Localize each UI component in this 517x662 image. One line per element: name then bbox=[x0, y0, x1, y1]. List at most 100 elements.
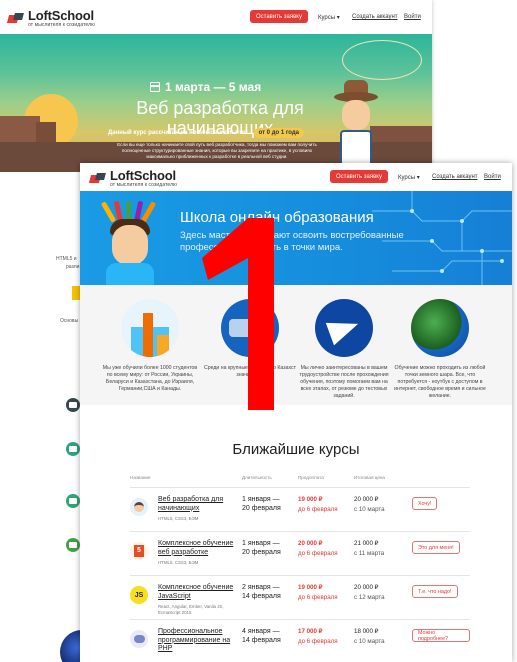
back-side-text: Основы р bbox=[60, 318, 83, 324]
course-name-link[interactable]: Веб разработка для начинающих bbox=[158, 496, 236, 513]
course-duration: 2 января —14 февраля bbox=[242, 584, 281, 601]
course-dates: 1 марта — 5 мая bbox=[150, 80, 290, 94]
overlay-number-one bbox=[202, 218, 274, 410]
course-total-from: с 12 марта bbox=[354, 594, 385, 601]
course-signup-button[interactable]: Т.е. что надо! bbox=[412, 585, 458, 598]
cta-button[interactable]: Оставить заявку bbox=[330, 170, 388, 183]
back-side-text: HTML5 и bbox=[56, 256, 77, 262]
course-tags: React, Angular, Ember, Vanila JS, EcmaSc… bbox=[158, 604, 224, 615]
nav-create-account[interactable]: Создать аккаунт bbox=[432, 174, 478, 180]
course-row: Веб разработка для начинающих HTML5, CSS… bbox=[130, 487, 470, 531]
logo-tagline: от мыслителя к созидателю bbox=[110, 182, 178, 188]
courses-table-header: Название Длительность Предоплата Итогова… bbox=[130, 475, 470, 485]
course-prepay: 19 000 ₽ bbox=[298, 584, 323, 591]
course-signup-button[interactable]: Можно подробнее? bbox=[412, 629, 470, 642]
course-tags: HTML5, CSS3, БЭМ bbox=[158, 560, 199, 565]
feature-text: Мы уже обучили более 1000 студентов по в… bbox=[102, 365, 198, 392]
course-prepay: 19 000 ₽ bbox=[298, 496, 323, 503]
nav-courses[interactable]: Курсы ▾ bbox=[318, 14, 340, 21]
course-row: JS Комплексное обучение JavaScript React… bbox=[130, 575, 470, 619]
offer-badge: от 0 до 1 года bbox=[253, 128, 304, 138]
offer-line: Данный курс рассчитан на новичков с опыт… bbox=[108, 128, 328, 138]
nav-courses-label: Курсы bbox=[318, 15, 336, 21]
course-name-link[interactable]: Профессиональное программирование на PHP bbox=[158, 628, 236, 654]
logo-name: LoftSchool bbox=[28, 8, 94, 23]
logo-icon bbox=[8, 13, 24, 25]
column-prepay: Предоплата bbox=[298, 475, 324, 480]
course-prepay-until: до 6 февраля bbox=[298, 506, 338, 513]
feature-icon bbox=[66, 442, 80, 456]
feature-text: Мы лично заинтересованы в вашем трудоуст… bbox=[299, 365, 389, 399]
student-illustration bbox=[98, 200, 162, 285]
column-name: Название bbox=[130, 475, 151, 480]
course-prepay: 17 000 ₽ bbox=[298, 628, 323, 635]
course-row: 5 Комплексное обучение веб разработке HT… bbox=[130, 531, 470, 575]
course-dates-text: 1 марта — 5 мая bbox=[165, 80, 262, 94]
feature-item: Мы лично заинтересованы в вашем трудоуст… bbox=[296, 299, 392, 400]
column-duration: Длительность bbox=[242, 475, 272, 480]
nav-courses-label: Курсы bbox=[398, 175, 416, 181]
course-total: 21 000 ₽ bbox=[354, 540, 379, 547]
back-navbar: LoftSchool от мыслителя к созидателю Ост… bbox=[0, 0, 432, 34]
course-total: 20 000 ₽ bbox=[354, 584, 379, 591]
feature-text: Обучение можно проходить из любой точки … bbox=[394, 365, 486, 399]
course-prepay-until: до 6 февраля bbox=[298, 638, 338, 645]
logo-name: LoftSchool bbox=[110, 168, 176, 183]
duration-end: 14 февраля bbox=[242, 636, 281, 644]
offer-text: Данный курс рассчитан на новичков с опыт… bbox=[108, 130, 248, 136]
duration-start: 1 января — bbox=[242, 496, 280, 503]
feature-icon bbox=[66, 538, 80, 552]
html5-icon-label: 5 bbox=[134, 545, 144, 557]
logo-tagline: от мыслителя к созидателю bbox=[28, 22, 96, 28]
world-landmarks-icon bbox=[121, 299, 179, 357]
course-prepay-until: до 6 февраля bbox=[298, 594, 338, 601]
duration-start: 2 января — bbox=[242, 584, 280, 591]
course-signup-button[interactable]: Хочу! bbox=[412, 497, 438, 510]
cta-button[interactable]: Оставить заявку bbox=[250, 10, 308, 23]
course-total-from: с 11 марта bbox=[354, 550, 385, 557]
course-duration: 1 января —20 февраля bbox=[242, 496, 281, 513]
duration-end: 20 февраля bbox=[242, 548, 281, 556]
feature-icon bbox=[66, 494, 80, 508]
front-logo[interactable]: LoftSchool от мыслителя к созидателю bbox=[90, 169, 177, 188]
course-name-link[interactable]: Комплексное обучение JavaScript bbox=[158, 584, 236, 601]
back-hero-description: Если вы еще только начинаете свой путь в… bbox=[117, 142, 317, 159]
course-total: 20 000 ₽ bbox=[354, 496, 379, 503]
duration-start: 1 января — bbox=[242, 540, 280, 547]
composite-screenshot: LoftSchool от мыслителя к созидателю Ост… bbox=[0, 0, 517, 662]
calendar-icon bbox=[150, 82, 160, 92]
duration-end: 14 февраля bbox=[242, 592, 281, 600]
course-duration: 4 января —14 февраля bbox=[242, 628, 281, 645]
html5-icon: 5 bbox=[130, 542, 148, 560]
course-total-from: с 10 марта bbox=[354, 506, 385, 513]
back-side-text: разли bbox=[66, 264, 80, 270]
feature-icon bbox=[66, 398, 80, 412]
duration-end: 20 февраля bbox=[242, 504, 281, 512]
course-signup-button[interactable]: Это для меня! bbox=[412, 541, 460, 554]
nav-login[interactable]: Войти bbox=[404, 14, 421, 20]
paper-plane-icon bbox=[315, 299, 373, 357]
logo-icon bbox=[90, 173, 106, 185]
nav-create-account[interactable]: Создать аккаунт bbox=[352, 14, 398, 20]
php-elephant-icon bbox=[130, 630, 148, 648]
back-logo[interactable]: LoftSchool от мыслителя к созидателю bbox=[8, 9, 95, 28]
cowboy-illustration bbox=[328, 74, 384, 172]
column-total: Итоговая цена bbox=[354, 475, 385, 480]
nav-login[interactable]: Войти bbox=[484, 174, 501, 180]
courses-section-title: Ближайшие курсы bbox=[232, 441, 360, 458]
course-prepay-until: до 6 февраля bbox=[298, 550, 338, 557]
course-avatar-icon bbox=[130, 498, 148, 516]
course-name-link[interactable]: Комплексное обучение веб разработке bbox=[158, 540, 236, 557]
course-total-from: с 10 марта bbox=[354, 638, 385, 645]
javascript-icon: JS bbox=[130, 586, 148, 604]
course-prepay: 20 000 ₽ bbox=[298, 540, 323, 547]
course-total: 18 000 ₽ bbox=[354, 628, 379, 635]
feature-item: Обучение можно проходить из любой точки … bbox=[392, 299, 488, 400]
nav-courses[interactable]: Курсы ▾ bbox=[398, 174, 420, 181]
course-tags: HTML5, CSS3, БЭМ bbox=[158, 516, 199, 521]
duration-start: 4 января — bbox=[242, 628, 280, 635]
course-row: Профессиональное программирование на PHP… bbox=[130, 619, 470, 662]
front-navbar: LoftSchool от мыслителя к созидателю Ост… bbox=[80, 163, 512, 191]
course-duration: 1 января —20 февраля bbox=[242, 540, 281, 557]
earth-icon bbox=[411, 299, 469, 357]
